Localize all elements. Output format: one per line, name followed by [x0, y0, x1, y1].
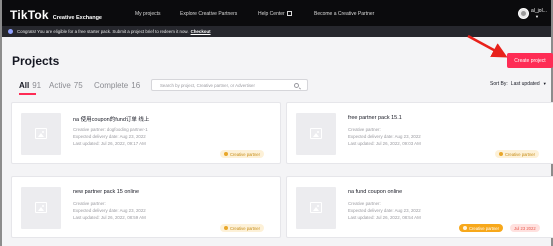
tab-active[interactable]: Active 75 — [49, 81, 83, 90]
badge-label: Creative partner — [505, 151, 536, 157]
status-badge: Creative partner — [220, 150, 265, 158]
status-badge: Creative partner — [220, 224, 265, 232]
search-input[interactable] — [160, 82, 290, 89]
create-project-button[interactable]: Create project — [507, 53, 553, 68]
project-delivery-date: Expected delivery date: Aug 23, 2022 — [73, 134, 146, 139]
nav-explore-partners[interactable]: Explore Creative Partners — [180, 11, 237, 17]
chevron-down-icon: ▼ — [542, 81, 547, 86]
project-delivery-date: Expected delivery date: Aug 23, 2022 — [348, 134, 421, 139]
project-card[interactable]: new partner pack 15 online Creative part… — [11, 176, 281, 238]
projects-page: Projects Create project All 91 Active 75 C… — [2, 37, 553, 246]
partner-icon — [499, 152, 503, 156]
app-window: TikTok Creative Exchange My projects Exp… — [0, 0, 553, 246]
project-thumbnail — [296, 187, 336, 229]
image-placeholder-icon — [35, 202, 47, 213]
project-title[interactable]: new partner pack 15 online — [73, 189, 139, 195]
project-delivery-date: Expected delivery date: Aug 23, 2022 — [73, 208, 146, 213]
partner-icon — [224, 226, 228, 230]
sort-label: Sort By: — [490, 81, 508, 87]
page-title: Projects — [12, 54, 60, 68]
status-badge: Creative partner — [495, 150, 540, 158]
external-link-icon — [286, 11, 292, 16]
active-tab-indicator — [19, 93, 36, 95]
badge-label: Creative partner — [230, 225, 261, 231]
logo-subtitle: Creative Exchange — [52, 15, 102, 21]
promo-banner: Congrats! You are eligible for a free st… — [2, 26, 551, 37]
sort-dropdown[interactable]: Sort By: Last updated ▼ — [490, 81, 547, 87]
tab-label: All — [19, 81, 30, 90]
image-placeholder-icon — [310, 128, 322, 139]
top-nav: TikTok Creative Exchange My projects Exp… — [2, 0, 551, 26]
badge-label: Creative partner — [469, 225, 500, 231]
project-thumbnail — [21, 113, 61, 155]
partner-icon — [224, 152, 228, 156]
nav-help-center[interactable]: Help Center — [258, 11, 292, 17]
date-badge: Jul 23 2022 — [510, 224, 540, 232]
info-icon — [8, 29, 13, 34]
project-card[interactable]: free partner pack 15.1 Creative partner:… — [286, 102, 553, 164]
sort-value: Last updated — [510, 81, 540, 87]
project-card[interactable]: na fund coupon online Creative partner: … — [286, 176, 553, 238]
nav-become-partner[interactable]: Become a Creative Partner — [314, 11, 374, 17]
search-icon[interactable] — [294, 83, 299, 88]
project-partner: Creative partner: — [348, 127, 381, 132]
project-last-updated: Last updated: Jul 26, 2022, 09:17 AM — [73, 141, 146, 146]
banner-checkout-link[interactable]: Checkout — [191, 29, 211, 34]
project-title[interactable]: na fund coupon online — [348, 189, 402, 195]
project-last-updated: Last updated: Jul 26, 2022, 09:03 AM — [348, 141, 421, 146]
nav-help-center-label: Help Center — [258, 11, 285, 17]
tab-all[interactable]: All 91 — [19, 81, 41, 90]
search-box[interactable] — [151, 79, 308, 91]
avatar[interactable] — [518, 8, 529, 19]
tab-count: 16 — [131, 81, 141, 90]
tab-label: Active — [49, 81, 71, 90]
image-placeholder-icon — [35, 128, 47, 139]
tab-label: Complete — [94, 81, 129, 90]
project-partner: Creative partner: — [348, 201, 381, 206]
nav-my-projects[interactable]: My projects — [135, 11, 161, 17]
partner-icon — [463, 226, 467, 230]
banner-text: Congrats! You are eligible for a free st… — [17, 29, 189, 34]
image-placeholder-icon — [310, 202, 322, 213]
status-badge: Creative partner — [459, 224, 504, 232]
chevron-down-icon[interactable]: ▼ — [535, 14, 539, 19]
logo-text: TikTok — [10, 8, 49, 22]
project-delivery-date: Expected delivery date: Aug 23, 2022 — [348, 208, 421, 213]
brand-logo[interactable]: TikTok Creative Exchange — [10, 8, 102, 22]
tab-count: 75 — [73, 81, 83, 90]
tab-count: 91 — [32, 81, 42, 90]
project-thumbnail — [21, 187, 61, 229]
project-thumbnail — [296, 113, 336, 155]
project-last-updated: Last updated: Jul 26, 2022, 08:54 AM — [348, 215, 421, 220]
project-partner: Creative partner: dogfooding partner-1 — [73, 127, 148, 132]
project-title[interactable]: free partner pack 15.1 — [348, 115, 402, 121]
project-last-updated: Last updated: Jul 26, 2022, 08:59 AM — [73, 215, 146, 220]
project-partner: Creative partner: — [73, 201, 106, 206]
project-title[interactable]: na 使用coupon的fund订单 线上 — [73, 115, 149, 123]
project-card[interactable]: na 使用coupon的fund订单 线上 Creative partner: … — [11, 102, 281, 164]
badge-label: Creative partner — [230, 151, 261, 157]
tab-complete[interactable]: Complete 16 — [94, 81, 140, 90]
